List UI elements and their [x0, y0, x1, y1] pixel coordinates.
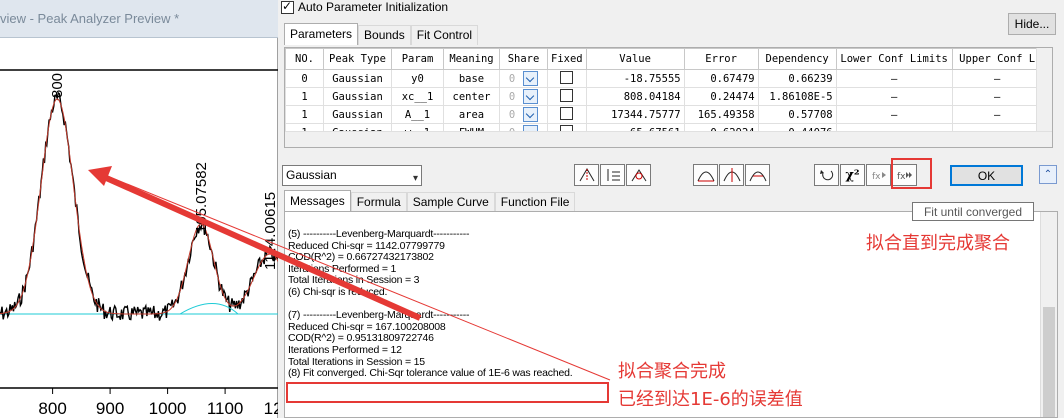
annotation-arrow-shaft	[102, 174, 422, 321]
annotation-fit-until-converged: 拟合直到完成聚合	[866, 233, 1010, 254]
annotation-thin-line	[99, 172, 611, 381]
annotation-converged-line2: 已经到达1E-6的误差值	[618, 389, 803, 410]
annotation-overlay	[88, 166, 611, 381]
annotation-converged-line1: 拟合聚合完成	[618, 361, 726, 382]
